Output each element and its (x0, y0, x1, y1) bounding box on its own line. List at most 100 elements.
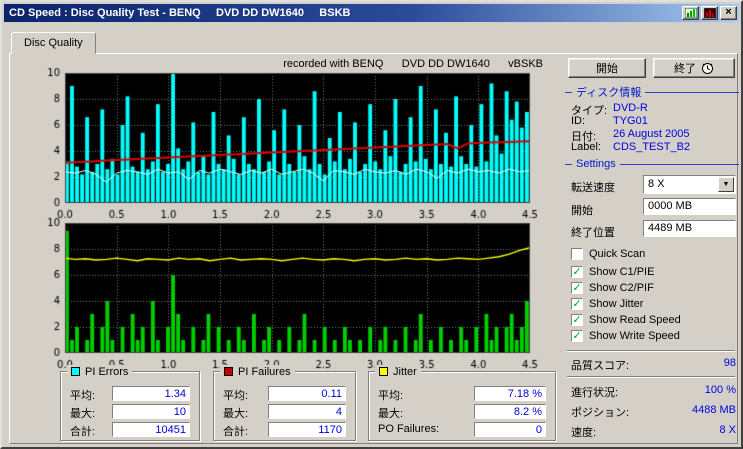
pi-failures-jitter-chart (30, 217, 545, 369)
stat-label: 合計: (223, 426, 249, 438)
statbox-title: PI Failures (238, 365, 291, 378)
checkbox-label: Show C1/PIE (589, 266, 655, 278)
tab-label: Disc Quality (24, 37, 83, 49)
check-icon: ✓ (572, 297, 582, 310)
transfer-speed-value: 8 X (648, 178, 665, 190)
settings-section-header: Settings (565, 158, 739, 170)
stat-label: 最大: (70, 408, 96, 420)
window-title: CD Speed : Disc Quality Test - BENQ DVD … (9, 7, 351, 19)
app-window: CD Speed : Disc Quality Test - BENQ DVD … (0, 0, 743, 449)
checkbox-show-write-speed[interactable]: ✓ Show Write Speed (571, 329, 680, 343)
tab-disc-quality[interactable]: Disc Quality (11, 32, 96, 54)
pi-errors-maximum-value: 10 (112, 404, 190, 419)
statbox-title: Jitter (393, 365, 417, 378)
pi-failures-average-value: 0.11 (268, 386, 346, 401)
section-line (565, 163, 572, 165)
disc-type-row: タイプ: DVD-R (571, 102, 737, 117)
stat-row: 平均: 0.11 (223, 386, 346, 402)
stat-row: 合計: 1170 (223, 422, 346, 438)
jitter-maximum-value: 8.2 % (474, 404, 546, 419)
checkbox-show-read-speed[interactable]: ✓ Show Read Speed (571, 313, 681, 327)
end-position-label: 終了位置 (571, 227, 615, 239)
checkbox-box: ✓ (571, 282, 583, 294)
titlebar-green-chart-button[interactable] (682, 6, 699, 20)
pi-errors-statbox: PI Errors 平均: 1.34 最大: 10 合計: 10451 (60, 365, 200, 441)
check-icon: ✓ (572, 281, 582, 294)
checkbox-label: Show C2/PIF (589, 282, 654, 294)
stat-row: 平均: 7.18 % (378, 386, 546, 402)
section-line (565, 91, 572, 93)
checkbox-box: ✓ (571, 266, 583, 278)
red-chart-icon (703, 8, 716, 18)
disc-type-value: DVD-R (613, 102, 648, 114)
jitter-average-value: 7.18 % (474, 386, 546, 401)
progress-value: 100 % (704, 384, 736, 396)
tab-page: recorded with BENQ DVD DD DW1640 vBSKB P… (9, 53, 741, 444)
pi-errors-chart (30, 67, 545, 219)
stat-row: 最大: 8.2 % (378, 404, 546, 420)
disc-info-header-label: ディスク情報 (576, 87, 642, 99)
checkbox-quick-scan[interactable]: Quick Scan (571, 247, 645, 261)
chevron-down-icon: ▼ (722, 181, 730, 188)
pi-failures-total-value: 1170 (268, 422, 346, 437)
check-icon: ✓ (572, 329, 582, 342)
disc-label-row: Label: CDS_TEST_B2 (571, 141, 737, 154)
titlebar[interactable]: CD Speed : Disc Quality Test - BENQ DVD … (4, 4, 739, 22)
check-icon: ✓ (572, 265, 582, 278)
start-button[interactable]: 開始 (568, 58, 646, 78)
pi-failures-statbox: PI Failures 平均: 0.11 最大: 4 合計: 1170 (213, 365, 356, 441)
exit-button[interactable]: 終了 (653, 58, 735, 78)
start-button-label: 開始 (596, 63, 618, 75)
start-position-field[interactable]: 0000 MB (643, 198, 736, 215)
stat-label: 最大: (223, 408, 249, 420)
pi-errors-total-value: 10451 (112, 422, 190, 437)
speed-value: 8 X (719, 424, 736, 436)
end-position-field[interactable]: 4489 MB (643, 220, 736, 237)
info-label: Label: (571, 141, 601, 153)
exit-button-label: 終了 (674, 63, 696, 75)
statbox-title: PI Errors (85, 365, 129, 378)
start-position-label: 開始 (571, 205, 593, 217)
statbox-title-row: PI Errors (67, 365, 133, 378)
transfer-speed-combobox[interactable]: 8 X ▼ (643, 175, 736, 194)
stat-label: PO Failures: (378, 423, 440, 435)
separator (567, 350, 735, 352)
stat-label: 平均: (70, 390, 96, 402)
position-value: 4488 MB (691, 404, 736, 416)
quality-score-value: 98 (723, 357, 736, 369)
info-label: ID: (571, 115, 586, 127)
position-row: ポジション: 4488 MB (571, 404, 736, 419)
pi-errors-legend-swatch (71, 367, 80, 376)
checkbox-show-c1-pie[interactable]: ✓ Show C1/PIE (571, 265, 654, 279)
titlebar-red-chart-button[interactable] (701, 6, 718, 20)
stat-label: 平均: (378, 390, 404, 402)
progress-label: 進行状況: (571, 387, 619, 399)
disc-id-row: ID: TYG01 (571, 115, 737, 128)
clock-icon (702, 62, 713, 74)
stat-row: 最大: 10 (70, 404, 190, 420)
right-panel: 開始 終了 ディスク情報 タイプ: DVD-R ID: TYG01 日付: 26… (561, 58, 741, 441)
checkbox-box: ✓ (571, 298, 583, 310)
settings-header-label: Settings (576, 158, 616, 170)
statbox-title-row: Jitter (375, 365, 421, 378)
checkbox-show-c2-pif[interactable]: ✓ Show C2/PIF (571, 281, 654, 295)
section-line (645, 91, 739, 93)
dropdown-arrow-button[interactable]: ▼ (718, 177, 734, 192)
transfer-speed-label: 転送速度 (571, 182, 615, 194)
close-button[interactable]: × (720, 6, 737, 20)
stat-label: 最大: (378, 408, 404, 420)
stat-row: PO Failures: 0 (378, 422, 546, 437)
checkbox-box: ✓ (571, 314, 583, 326)
jitter-legend-swatch (379, 367, 388, 376)
separator (567, 376, 735, 378)
speed-row: 速度: 8 X (571, 424, 736, 439)
stat-label: 合計: (70, 426, 96, 438)
quality-score-label: 品質スコア: (571, 360, 630, 372)
checkbox-box: ✓ (571, 330, 583, 342)
green-chart-icon (684, 8, 697, 18)
po-failures-value: 0 (474, 422, 546, 437)
checkbox-show-jitter[interactable]: ✓ Show Jitter (571, 297, 643, 311)
statbox-title-row: PI Failures (220, 365, 295, 378)
pi-failures-maximum-value: 4 (268, 404, 346, 419)
position-label: ポジション: (571, 407, 630, 419)
